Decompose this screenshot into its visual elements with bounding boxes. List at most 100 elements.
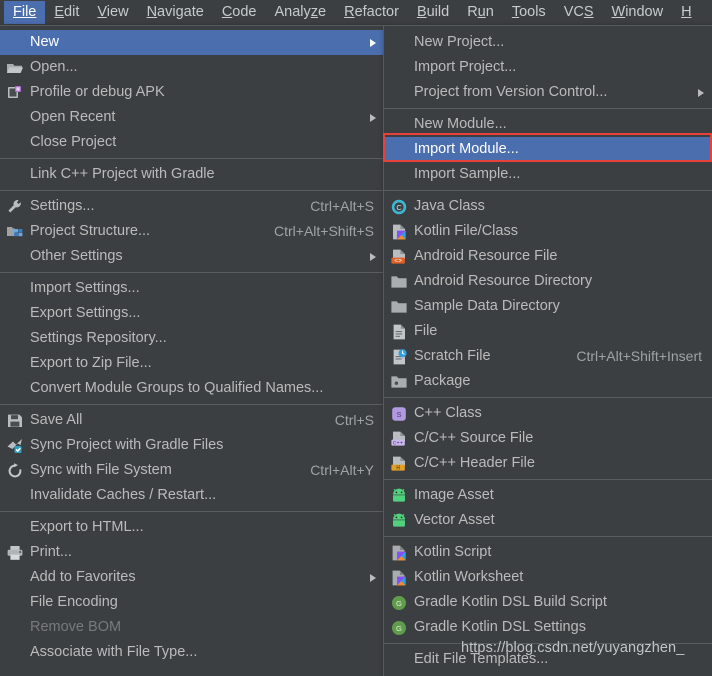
no-icon [6,305,24,323]
menu-item-file-encoding[interactable]: File Encoding [0,590,384,615]
menubar-item-build[interactable]: Build [408,1,458,24]
menu-item-label: Package [414,373,471,389]
menubar-item-edit[interactable]: Edit [45,1,88,24]
menu-item-android-resource-file[interactable]: <> Android Resource File [384,244,712,269]
folder-icon [390,298,408,316]
menu-item-settings[interactable]: Settings... Ctrl+Alt+S [0,194,384,219]
menubar-file-label: File [13,3,37,20]
menu-item-import-settings[interactable]: Import Settings... [0,276,384,301]
menu-item-save-all[interactable]: Save All Ctrl+S [0,408,384,433]
menu-item-c-c-header-file[interactable]: H C/C++ Header File [384,451,712,476]
menubar-navigate-label: Navigate [146,3,204,20]
menubar-item-file[interactable]: File [4,0,46,24]
menu-item-package[interactable]: Package [384,369,712,394]
no-icon [6,34,24,52]
menu-item-new-module[interactable]: New Module... [384,112,712,137]
menu-item-sync-project-with-gradle-files[interactable]: Sync Project with Gradle Files [0,433,384,458]
menu-item-android-resource-directory[interactable]: Android Resource Directory [384,269,712,294]
menu-item-label: Print... [30,544,72,560]
menu-item-sync-with-file-system[interactable]: Sync with File System Ctrl+Alt+Y [0,458,384,483]
no-icon [6,280,24,298]
menu-item-import-sample[interactable]: Import Sample... [384,162,712,187]
menu-item-c-class[interactable]: S C++ Class [384,401,712,426]
cpp-source-icon: C++ [390,430,408,448]
menubar-window-label: Window [611,3,664,20]
menu-separator [384,536,712,537]
menu-item-export-to-zip-file[interactable]: Export to Zip File... [0,351,384,376]
gradle-icon: G [390,594,408,612]
menu-separator [384,190,712,191]
menu-item-open[interactable]: Open... [0,55,384,80]
svg-text:G: G [396,623,402,632]
menu-item-image-asset[interactable]: Image Asset [384,483,712,508]
menu-item-other-settings[interactable]: Other Settings [0,244,384,269]
menubar-item-help[interactable]: H [672,1,700,24]
menu-item-label: Profile or debug APK [30,84,165,100]
svg-text:H: H [396,464,400,471]
menubar-item-analyze[interactable]: Analyze [266,1,336,24]
menu-item-c-c-source-file[interactable]: C++ C/C++ Source File [384,426,712,451]
menu-item-import-module[interactable]: Import Module... [384,137,712,162]
menu-item-settings-repository[interactable]: Settings Repository... [0,326,384,351]
menu-bar: File Edit View Navigate Code Analyze Ref… [0,0,712,24]
menu-item-label: Project Structure... [30,223,151,239]
menu-item-scratch-file[interactable]: Scratch File Ctrl+Alt+Shift+Insert [384,344,712,369]
menu-item-link-c-project-with-gradle[interactable]: Link C++ Project with Gradle [0,162,384,187]
menubar-item-view[interactable]: View [88,1,137,24]
menu-item-project-from-version-control[interactable]: Project from Version Control... [384,80,712,105]
menu-item-label: Sample Data Directory [414,298,560,314]
menu-item-gradle-kotlin-dsl-build-script[interactable]: G Gradle Kotlin DSL Build Script [384,590,712,615]
menu-item-open-recent[interactable]: Open Recent [0,105,384,130]
menu-separator [0,272,384,273]
menu-item-kotlin-script[interactable]: Kotlin Script [384,540,712,565]
menu-item-import-project[interactable]: Import Project... [384,55,712,80]
menubar-item-tools[interactable]: Tools [503,1,555,24]
save-icon [6,412,24,430]
menu-item-kotlin-worksheet[interactable]: Kotlin Worksheet [384,565,712,590]
menubar-item-vcs[interactable]: VCS [555,1,603,24]
menu-separator [0,190,384,191]
menu-item-file[interactable]: File [384,319,712,344]
menu-item-convert-module-groups-to-qualified-names[interactable]: Convert Module Groups to Qualified Names… [0,376,384,401]
menu-item-label: Sync with File System [30,462,172,478]
svg-text:C: C [396,203,402,212]
no-icon [6,569,24,587]
chevron-right-icon [698,88,704,97]
menu-item-export-to-html[interactable]: Export to HTML... [0,515,384,540]
menu-separator [0,511,384,512]
menu-item-new[interactable]: New [0,30,384,55]
menu-item-new-project[interactable]: New Project... [384,30,712,55]
file-icon [390,323,408,341]
menu-item-label: Gradle Kotlin DSL Build Script [414,594,607,610]
menu-item-export-settings[interactable]: Export Settings... [0,301,384,326]
menubar-item-code[interactable]: Code [213,1,266,24]
menu-item-print[interactable]: Print... [0,540,384,565]
menu-item-label: Scratch File [414,348,491,364]
menubar-view-label: View [97,3,129,20]
menu-item-associate-with-file-type[interactable]: Associate with File Type... [0,640,384,665]
menubar-item-window[interactable]: Window [603,1,673,24]
menu-item-vector-asset[interactable]: Vector Asset [384,508,712,533]
menu-item-add-to-favorites[interactable]: Add to Favorites [0,565,384,590]
menubar-item-run[interactable]: Run [458,1,503,24]
menu-item-close-project[interactable]: Close Project [0,130,384,155]
menu-item-kotlin-file-class[interactable]: Kotlin File/Class [384,219,712,244]
menubar-help-label: H [681,3,692,20]
menu-item-label: C/C++ Source File [414,430,534,446]
menu-item-java-class[interactable]: C Java Class [384,194,712,219]
profile-apk-icon [6,84,24,102]
menu-item-project-structure[interactable]: Project Structure... Ctrl+Alt+Shift+S [0,219,384,244]
menu-item-label: Open Recent [30,109,116,125]
menu-item-label: Import Sample... [414,166,521,182]
menu-item-label: Image Asset [414,487,494,503]
menu-item-gradle-kotlin-dsl-settings[interactable]: G Gradle Kotlin DSL Settings [384,615,712,640]
menu-item-invalidate-caches-restart[interactable]: Invalidate Caches / Restart... [0,483,384,508]
menu-separator [384,108,712,109]
menu-item-profile-or-debug-apk[interactable]: Profile or debug APK [0,80,384,105]
menu-item-sample-data-directory[interactable]: Sample Data Directory [384,294,712,319]
menubar-analyze-label: Analyze [274,3,327,20]
menubar-item-refactor[interactable]: Refactor [335,1,408,24]
menubar-item-navigate[interactable]: Navigate [138,1,213,24]
no-icon [390,166,408,184]
menu-separator [384,397,712,398]
